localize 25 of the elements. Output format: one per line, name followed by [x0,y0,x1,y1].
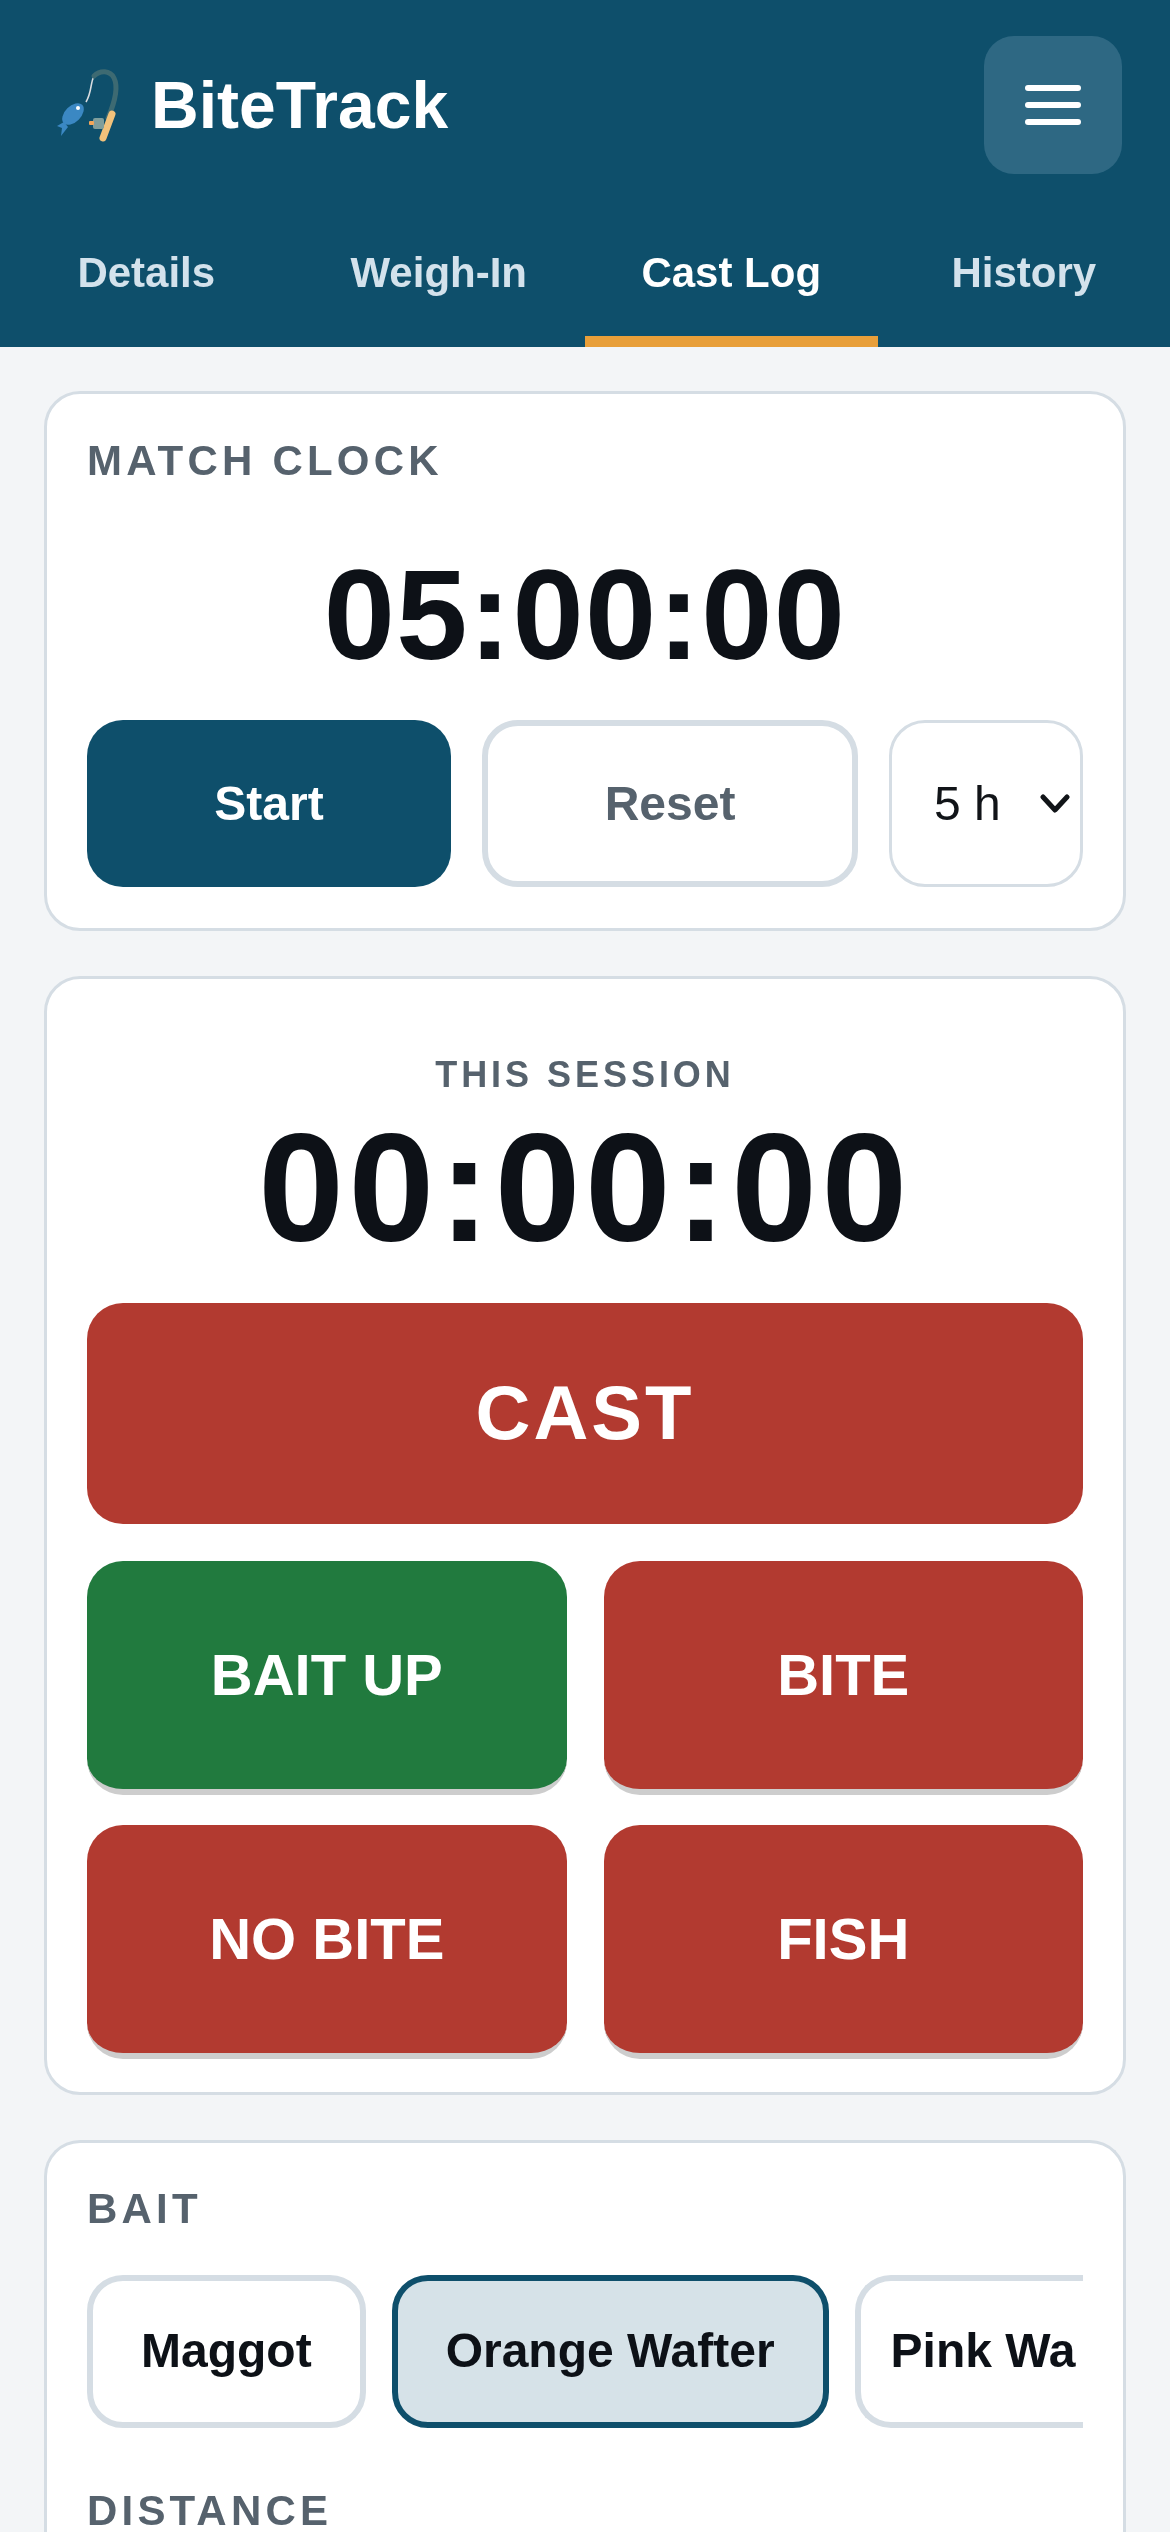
distance-label: DISTANCE [87,2489,334,2532]
tab[interactable]: Weigh-In [292,209,585,347]
duration-select[interactable]: 5 h [889,720,1083,888]
tab[interactable]: Details [0,209,293,347]
session-timer: 00:00:00 [257,1110,913,1265]
menu-button[interactable] [984,35,1122,174]
start-button[interactable]: Start [87,720,451,888]
bait-option[interactable]: Orange Wafter [391,2274,829,2428]
match-clock-time: 05:00:00 [322,551,848,680]
reset-button[interactable]: Reset [482,720,858,888]
bait-label: BAIT [87,2183,203,2234]
action-button[interactable]: BAIT UP [87,1560,567,1795]
app-title: BiteTrack [151,71,449,138]
tab[interactable]: Cast Log [585,209,878,347]
bait-option[interactable]: Pink Wa [854,2274,1083,2428]
menu-icon [1025,84,1081,125]
chevron-down-icon [1040,793,1070,814]
action-button[interactable]: FISH [603,1824,1083,2059]
cast-button[interactable]: CAST [87,1302,1083,1524]
bait-option[interactable]: Maggot [87,2274,366,2428]
action-button[interactable]: BITE [603,1560,1083,1795]
tab[interactable]: History [877,209,1170,347]
match-clock-label: MATCH CLOCK [87,436,444,486]
session-label: THIS SESSION [434,1053,736,1097]
action-button[interactable]: NO BITE [87,1824,567,2059]
